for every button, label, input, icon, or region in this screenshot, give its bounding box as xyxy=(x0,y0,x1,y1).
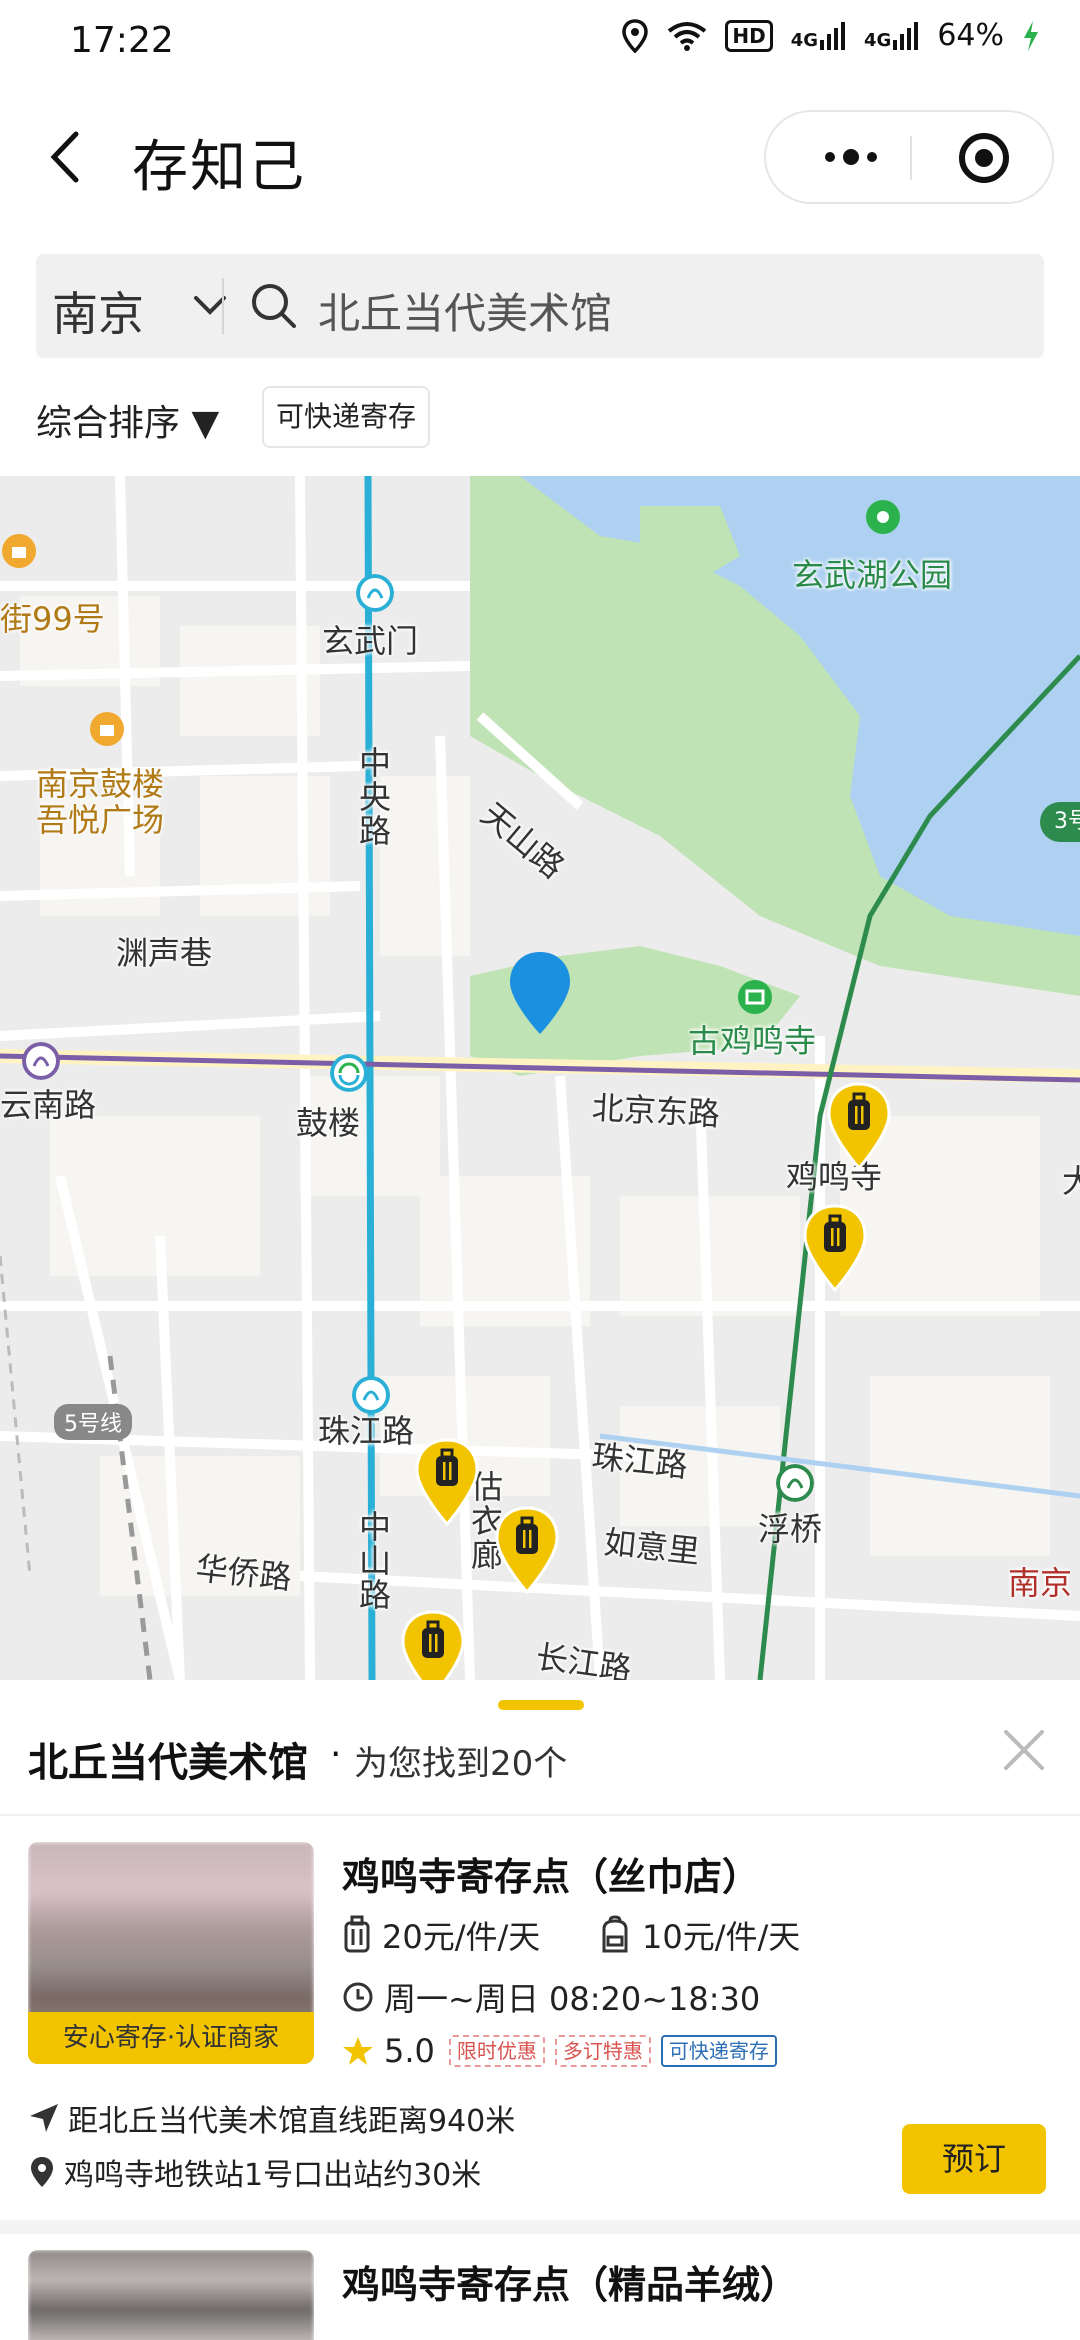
map-label-huaqiao-road: 华侨路 xyxy=(194,1549,294,1597)
wifi-icon xyxy=(668,21,707,51)
results-title: 北丘当代美术馆 xyxy=(28,1740,308,1786)
storage-marker-icon[interactable] xyxy=(414,1438,480,1526)
results-sheet: 北丘当代美术馆 · 为您找到20个 安心寄存·认证商家 鸡鸣寺寄存点（丝巾店） … xyxy=(0,1680,1080,2340)
map-label-da: 大 xyxy=(1062,1162,1080,1200)
storage-marker-icon[interactable] xyxy=(400,1610,466,1680)
map-label-zhongshan-road: 中山路 xyxy=(354,1510,392,1612)
back-arrow-icon[interactable] xyxy=(40,122,100,192)
storage-marker-icon[interactable] xyxy=(826,1082,892,1170)
storage-marker-icon[interactable] xyxy=(802,1204,868,1292)
sheet-drag-handle[interactable] xyxy=(498,1700,584,1710)
location-status-icon xyxy=(622,18,649,53)
park-poi-icon xyxy=(866,500,900,534)
status-bar: 17:22 HD 4G 4G 64% xyxy=(0,0,1080,84)
map-label-ruyili: 如意里 xyxy=(602,1523,702,1571)
search-bar: 南京 北丘当代美术馆 xyxy=(36,254,1044,358)
map-label-jimingsi-ancient: 古鸡鸣寺 xyxy=(688,1022,817,1060)
metro-row: 鸡鸣寺地铁站1号口出站约30米 xyxy=(28,2150,481,2194)
nav-header: 存知己 xyxy=(0,84,1080,230)
map-label-gulou-mall: 南京鼓楼 吾悦广场 xyxy=(36,765,165,839)
store-photo[interactable] xyxy=(28,2250,314,2340)
express-storage-badge: 可快递寄存 xyxy=(660,2035,777,2067)
hd-badge: HD xyxy=(725,19,773,52)
location-pin-icon[interactable] xyxy=(508,950,572,1036)
metro-station-icon-fuqiao xyxy=(776,1464,814,1502)
metro-station-icon-yunnanlu xyxy=(22,1042,60,1080)
charging-icon xyxy=(1024,20,1038,51)
certified-banner: 安心寄存·认证商家 xyxy=(28,2012,314,2064)
map-label-zhongyang-road: 中央路 xyxy=(354,746,392,848)
store-name[interactable]: 鸡鸣寺寄存点（丝巾店） xyxy=(342,1846,760,1901)
storage-marker-icon[interactable] xyxy=(494,1506,560,1594)
capsule-divider xyxy=(910,136,912,180)
app-root: 17:22 HD 4G 4G 64% 存知己 南京 北丘当代美术馆 综合排序 ▼… xyxy=(0,0,1080,2340)
map-label-yunnan-road: 云南路 xyxy=(0,1086,97,1124)
search-input[interactable]: 北丘当代美术馆 xyxy=(318,280,612,341)
poi-icon-left xyxy=(2,534,36,568)
map-label-nanjing: 南京 xyxy=(1008,1564,1073,1602)
rating-row: 5.0 限时优惠 多订特惠 可快递寄存 xyxy=(342,2032,777,2070)
mall-poi-icon xyxy=(90,712,124,746)
price-bag-row: 10元/件/天 xyxy=(598,1912,800,1958)
search-divider xyxy=(222,278,224,334)
map-view[interactable]: 玄武湖公园 街99号 玄武门 南京鼓楼 吾悦广场 中央路 天山路 渊声巷 古鸡鸣… xyxy=(0,476,1080,1680)
navigation-arrow-icon xyxy=(30,2104,58,2132)
map-label-fuqiao: 浮桥 xyxy=(758,1510,823,1548)
title-dot: · xyxy=(330,1734,342,1775)
battery-percent: 64% xyxy=(937,18,1004,53)
map-label-yuansheng-lane: 渊声巷 xyxy=(116,934,213,972)
map-label-line3: 3号 xyxy=(1040,802,1080,842)
metro-station-icon-gulou xyxy=(330,1054,368,1092)
star-icon xyxy=(343,2037,373,2065)
results-count: 为您找到20个 xyxy=(354,1744,568,1784)
map-label-street99: 街99号 xyxy=(0,600,105,638)
close-target-icon[interactable] xyxy=(956,130,1012,186)
close-icon[interactable] xyxy=(1000,1726,1048,1774)
signal-4g-icon: 4G xyxy=(791,21,846,50)
more-menu-icon[interactable] xyxy=(806,112,896,202)
temple-poi-icon xyxy=(738,980,772,1014)
location-pin-small-icon xyxy=(31,2157,53,2187)
signal-4g-icon-2: 4G xyxy=(864,21,919,50)
rating-value: 5.0 xyxy=(384,2032,435,2070)
city-selector[interactable]: 南京 xyxy=(52,278,144,344)
store-name[interactable]: 鸡鸣寺寄存点（精品羊绒） xyxy=(342,2254,798,2309)
page-title: 存知己 xyxy=(132,135,306,200)
map-label-gulou: 鼓楼 xyxy=(296,1104,361,1142)
map-label-zhujiang-road-station: 珠江路 xyxy=(318,1412,415,1450)
map-label-line5: 5号线 xyxy=(54,1404,132,1440)
price-luggage-row: 20元/件/天 xyxy=(342,1912,540,1958)
hours-row: 周一~周日 08:20~18:30 xyxy=(342,1974,760,2020)
multi-order-badge: 多订特惠 xyxy=(554,2035,651,2067)
map-canvas xyxy=(0,476,1080,1680)
store-photo[interactable]: 安心寄存·认证商家 xyxy=(28,1842,314,2064)
metro-text: 鸡鸣寺地铁站1号口出站约30米 xyxy=(64,2158,482,2193)
map-label-xuanwuhu-park: 玄武湖公园 xyxy=(792,556,953,594)
express-storage-filter[interactable]: 可快递寄存 xyxy=(262,386,431,448)
opening-hours: 周一~周日 08:20~18:30 xyxy=(384,1980,761,2018)
distance-row: 距北丘当代美术馆直线距离940米 xyxy=(28,2096,515,2140)
status-icons: HD 4G 4G 64% xyxy=(621,18,1040,53)
map-label-beijing-east-road: 北京东路 xyxy=(590,1088,721,1134)
distance-text: 距北丘当代美术馆直线距离940米 xyxy=(68,2104,516,2139)
luggage-icon xyxy=(344,1915,370,1953)
limited-offer-badge: 限时优惠 xyxy=(448,2035,545,2067)
sort-dropdown[interactable]: 综合排序 ▼ xyxy=(36,394,219,446)
backpack-icon xyxy=(602,1915,628,1953)
map-label-zhujiang-road: 珠江路 xyxy=(590,1437,690,1485)
card-divider xyxy=(0,2220,1080,2234)
price-bag: 10元/件/天 xyxy=(642,1918,801,1956)
book-button[interactable]: 预订 xyxy=(902,2124,1046,2194)
search-icon xyxy=(252,284,296,328)
sheet-divider xyxy=(0,1814,1080,1816)
status-time: 17:22 xyxy=(70,20,174,61)
mini-program-capsule xyxy=(764,110,1054,204)
map-label-xuanwumen: 玄武门 xyxy=(322,622,419,660)
price-luggage: 20元/件/天 xyxy=(382,1918,541,1956)
clock-icon xyxy=(343,1982,373,2012)
metro-station-icon-xuanwumen xyxy=(356,574,394,612)
